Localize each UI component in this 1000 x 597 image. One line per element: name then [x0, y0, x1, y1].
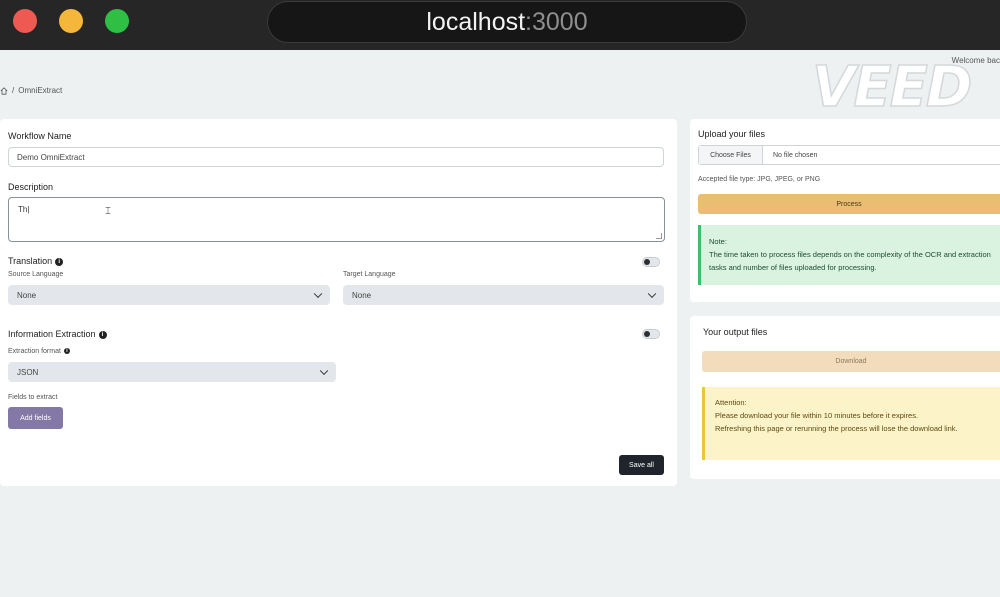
attention-line-1: Please download your file within 10 minu…	[715, 411, 919, 420]
info-icon[interactable]: i	[98, 330, 107, 339]
target-language-select[interactable]: None	[343, 285, 664, 305]
translation-heading: Translation i	[8, 256, 64, 266]
description-text: Th|	[18, 205, 30, 214]
description-label: Description	[8, 182, 54, 192]
upload-title: Upload your files	[698, 129, 766, 139]
note-text: The time taken to process files depends …	[709, 250, 991, 272]
attention-title: Attention:	[715, 398, 747, 407]
breadcrumb-separator: /	[12, 86, 15, 95]
home-icon[interactable]	[0, 86, 8, 95]
process-button[interactable]: Process	[698, 194, 1000, 214]
save-all-button[interactable]: Save all	[619, 455, 664, 475]
source-language-select[interactable]: None	[8, 285, 330, 305]
breadcrumb: / OmniExtract	[0, 86, 62, 95]
fields-to-extract-label: Fields to extract	[8, 394, 58, 401]
window-titlebar: localhost:3000	[0, 0, 1000, 50]
maximize-window-button[interactable]	[105, 9, 129, 33]
extraction-format-label: Extraction format	[8, 348, 61, 355]
description-textarea[interactable]: Th| ⌶	[8, 197, 665, 242]
attention-alert: Attention: Please download your file wit…	[702, 387, 1000, 460]
close-window-button[interactable]	[13, 9, 37, 33]
extraction-toggle[interactable]	[642, 329, 660, 339]
extraction-format-value: JSON	[17, 367, 39, 377]
target-language-label: Target Language	[343, 271, 396, 278]
add-fields-button[interactable]: Add fields	[8, 407, 63, 429]
processing-note: Note: The time taken to process files de…	[698, 225, 1000, 285]
translation-label: Translation	[8, 256, 53, 266]
url-host: localhost	[426, 7, 526, 36]
extraction-format-select[interactable]: JSON	[8, 362, 336, 382]
choose-files-button[interactable]: Choose Files	[699, 146, 763, 164]
info-icon[interactable]: i	[63, 348, 70, 355]
chevron-down-icon	[319, 366, 329, 376]
source-language-label: Source Language	[8, 271, 64, 278]
minimize-window-button[interactable]	[59, 9, 83, 33]
target-language-value: None	[352, 290, 372, 300]
no-file-chosen-text: No file chosen	[773, 151, 818, 159]
extraction-label: Information Extraction	[8, 329, 96, 339]
note-title: Note:	[709, 237, 727, 246]
workflow-name-input[interactable]: Demo OmniExtract	[8, 147, 664, 167]
download-button[interactable]: Download	[702, 351, 1000, 372]
chevron-down-icon	[647, 289, 657, 299]
attention-line-2: Refreshing this page or rerunning the pr…	[715, 424, 958, 433]
resize-handle-icon[interactable]	[656, 233, 662, 239]
chevron-down-icon	[313, 289, 323, 299]
output-title: Your output files	[703, 327, 768, 337]
info-icon[interactable]: i	[55, 257, 64, 266]
extraction-format-heading: Extraction format i	[8, 348, 70, 355]
address-bar[interactable]: localhost:3000	[267, 1, 747, 43]
text-cursor-icon: ⌶	[105, 206, 111, 217]
translation-toggle[interactable]	[642, 257, 660, 267]
toggle-knob	[644, 259, 650, 265]
breadcrumb-current: OmniExtract	[18, 86, 63, 95]
veed-logo[interactable]: VEED	[811, 57, 973, 119]
toggle-knob	[644, 331, 650, 337]
accepted-file-types: Accepted file type: JPG, JPEG, or PNG	[698, 176, 821, 183]
file-input[interactable]: Choose Files No file chosen	[698, 145, 1000, 165]
source-language-value: None	[17, 290, 37, 300]
workflow-name-label: Workflow Name	[8, 131, 72, 141]
extraction-heading: Information Extraction i	[8, 329, 107, 339]
url-port: :3000	[525, 7, 588, 36]
